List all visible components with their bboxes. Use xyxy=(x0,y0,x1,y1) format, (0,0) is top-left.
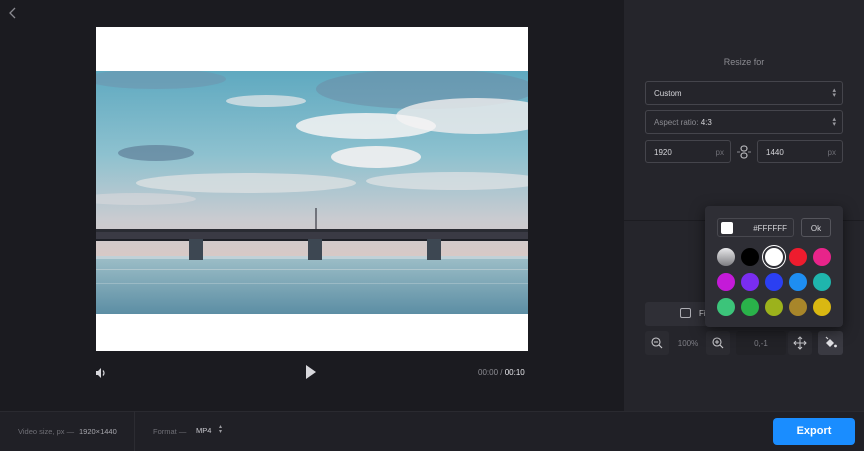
current-color-swatch xyxy=(721,222,733,234)
color-swatch-bronze[interactable] xyxy=(789,298,807,316)
hex-color-value: #FFFFFF xyxy=(753,224,787,233)
zoom-in-icon xyxy=(712,337,724,349)
aspect-ratio-select[interactable]: Aspect ratio: 4:3 ▴ ▾ xyxy=(645,110,843,134)
time-separator: / xyxy=(500,368,503,377)
move-button[interactable] xyxy=(788,331,812,355)
color-swatch-violet[interactable] xyxy=(741,273,759,291)
video-size-value: 1920×1440 xyxy=(79,427,117,436)
fit-icon xyxy=(680,308,691,318)
color-swatch-red[interactable] xyxy=(789,248,807,266)
width-value: 1920 xyxy=(654,148,672,157)
color-swatch-olive[interactable] xyxy=(765,298,783,316)
color-swatch-magenta[interactable] xyxy=(717,273,735,291)
bottom-bar xyxy=(0,411,864,451)
resize-preset-select[interactable]: Custom ▴ ▾ xyxy=(645,81,843,105)
width-input[interactable]: 1920 px xyxy=(645,140,731,163)
paint-bucket-icon xyxy=(825,336,837,348)
resize-preset-value: Custom xyxy=(654,89,682,98)
playback-time: 00:00 / 00:10 xyxy=(478,368,525,377)
format-arrows-icon[interactable]: ▴ ▾ xyxy=(219,424,222,435)
height-input[interactable]: 1440 px xyxy=(757,140,843,163)
color-swatch-gradient[interactable] xyxy=(717,248,735,266)
aspect-ratio-label: Aspect ratio: xyxy=(654,118,699,127)
color-swatch-pink[interactable] xyxy=(813,248,831,266)
video-frame xyxy=(96,71,528,314)
color-swatch-mint[interactable] xyxy=(717,298,735,316)
format-label: Format — xyxy=(153,427,187,436)
ok-button[interactable]: Ok xyxy=(801,218,831,237)
volume-icon[interactable] xyxy=(94,366,110,382)
zoom-out-button[interactable] xyxy=(645,331,669,355)
bottom-divider xyxy=(134,411,135,451)
color-swatch-sky-blue[interactable] xyxy=(789,273,807,291)
background-fill-button[interactable] xyxy=(818,331,843,355)
move-icon xyxy=(793,336,807,350)
aspect-ratio-value: 4:3 xyxy=(700,118,712,127)
zoom-in-button[interactable] xyxy=(706,331,730,355)
position-value[interactable]: 0,-1 xyxy=(736,331,786,355)
color-picker-popover: #FFFFFF Ok xyxy=(705,206,843,327)
height-value: 1440 xyxy=(766,148,784,157)
video-canvas[interactable] xyxy=(96,27,528,351)
play-button[interactable] xyxy=(304,364,320,382)
color-swatch-yellow[interactable] xyxy=(813,298,831,316)
current-time: 00:00 xyxy=(478,368,499,377)
color-swatch-white[interactable] xyxy=(765,248,783,266)
total-time: 00:10 xyxy=(504,368,525,377)
color-swatch-teal[interactable] xyxy=(813,273,831,291)
format-select[interactable]: MP4 xyxy=(196,426,211,435)
zoom-value: 100% xyxy=(677,339,699,348)
video-thumbnail-image xyxy=(96,71,528,314)
height-unit: px xyxy=(827,148,836,157)
width-unit: px xyxy=(715,148,724,157)
color-swatch-black[interactable] xyxy=(741,248,759,266)
color-swatch-green[interactable] xyxy=(741,298,759,316)
link-dimensions-icon[interactable] xyxy=(736,145,752,159)
export-button[interactable]: Export xyxy=(773,418,855,445)
play-icon xyxy=(306,365,316,379)
zoom-out-icon xyxy=(651,337,663,349)
hex-color-input[interactable]: #FFFFFF xyxy=(717,218,794,237)
resize-title: Resize for xyxy=(723,57,765,67)
select-arrows-icon: ▴ ▾ xyxy=(832,116,836,128)
back-chevron-icon[interactable] xyxy=(8,6,22,22)
color-swatch-blue[interactable] xyxy=(765,273,783,291)
select-arrows-icon: ▴ ▾ xyxy=(832,87,836,99)
video-size-label: Video size, px — xyxy=(18,427,75,436)
